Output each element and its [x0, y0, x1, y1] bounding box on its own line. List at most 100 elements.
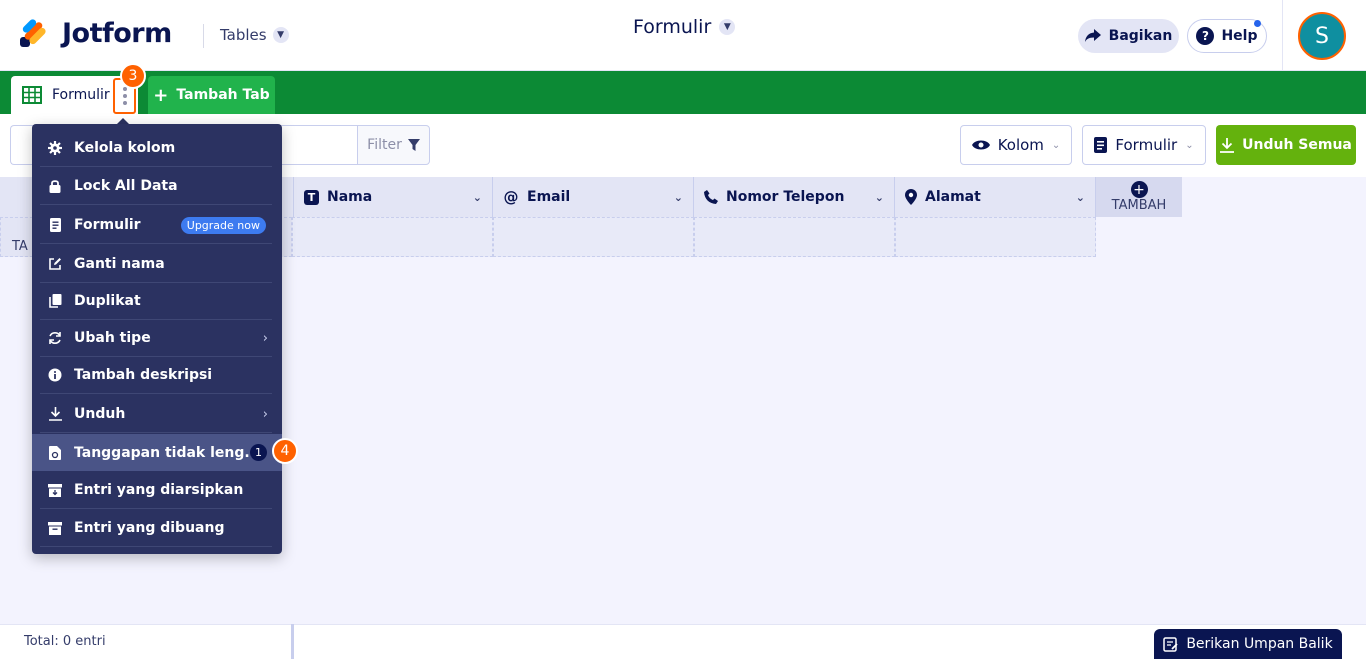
- column-label: Nomor Telepon: [726, 189, 845, 205]
- filter-button[interactable]: Filter: [357, 125, 430, 165]
- chevron-down-icon: ⌄: [1185, 139, 1194, 151]
- share-arrow-icon: [1084, 29, 1101, 42]
- phone-icon: [704, 190, 718, 204]
- archive-icon: [48, 483, 62, 497]
- app-switcher-dropdown[interactable]: Tables ▼: [220, 26, 289, 44]
- menu-item-change-type[interactable]: Ubah tipe ›: [40, 320, 272, 357]
- top-bar: Jotform Tables ▼ Formulir ▼ Bagikan ? He…: [0, 0, 1366, 71]
- header-divider: [203, 24, 204, 48]
- chevron-down-icon[interactable]: ⌄: [674, 191, 683, 204]
- incomplete-doc-icon: [48, 445, 62, 460]
- download-icon: [1220, 137, 1235, 153]
- menu-item-archived-entries[interactable]: Entri yang diarsipkan: [40, 472, 272, 509]
- menu-item-label: Ganti nama: [74, 256, 165, 272]
- empty-cell[interactable]: [694, 217, 895, 257]
- gear-icon: [48, 141, 62, 155]
- feedback-label: Berikan Umpan Balik: [1186, 636, 1333, 652]
- total-entries: Total: 0 entri: [24, 634, 106, 649]
- filter-label: Filter: [367, 137, 402, 153]
- download-all-label: Unduh Semua: [1242, 137, 1352, 153]
- menu-item-label: Duplikat: [74, 293, 141, 309]
- feedback-button[interactable]: Berikan Umpan Balik: [1154, 629, 1342, 659]
- header-separator: [1282, 0, 1283, 70]
- feedback-icon: [1163, 636, 1178, 652]
- menu-item-label: Tanggapan tidak leng...: [74, 444, 261, 461]
- empty-cell[interactable]: [895, 217, 1096, 257]
- brand-name: Jotform: [62, 17, 172, 49]
- share-label: Bagikan: [1108, 28, 1173, 44]
- tab-options-menu: Kelola kolom Lock All Data Formulir Upgr…: [32, 124, 282, 554]
- menu-item-download[interactable]: Unduh ›: [40, 396, 272, 433]
- duplicate-icon: [48, 294, 62, 308]
- menu-item-duplicate[interactable]: Duplikat: [40, 283, 272, 320]
- download-icon: [48, 407, 62, 421]
- menu-item-rename[interactable]: Ganti nama: [40, 246, 272, 283]
- page-title-dropdown[interactable]: Formulir ▼: [633, 16, 736, 38]
- chevron-down-icon: ⌄: [1051, 139, 1061, 151]
- plus-icon: +: [153, 84, 169, 106]
- form-button[interactable]: Formulir ⌄: [1082, 125, 1206, 165]
- upgrade-badge[interactable]: Upgrade now: [180, 216, 266, 234]
- download-all-button[interactable]: Unduh Semua: [1216, 125, 1356, 165]
- menu-item-manage-columns[interactable]: Kelola kolom: [40, 130, 272, 167]
- refresh-icon: [48, 331, 62, 345]
- share-button[interactable]: Bagikan: [1078, 19, 1179, 53]
- column-header-phone[interactable]: Nomor Telepon ⌄: [694, 177, 895, 217]
- step-badge-number: 4: [280, 443, 290, 459]
- location-pin-icon: [905, 189, 917, 205]
- avatar[interactable]: S: [1298, 12, 1346, 60]
- step-badge: 4: [272, 438, 298, 464]
- footer-separator: [291, 624, 294, 659]
- columns-label: Kolom: [997, 136, 1044, 154]
- jotform-logo[interactable]: Jotform: [18, 17, 172, 49]
- chevron-right-icon: ›: [262, 330, 268, 346]
- chevron-down-icon[interactable]: ⌄: [875, 191, 884, 204]
- tab-label: Formulir: [52, 87, 110, 103]
- chevron-down-icon: ▼: [719, 19, 736, 35]
- kebab-dot: [122, 101, 127, 105]
- menu-item-lock-all-data[interactable]: Lock All Data: [40, 168, 272, 205]
- add-row-label[interactable]: TA: [12, 239, 28, 254]
- chevron-down-icon[interactable]: ⌄: [1076, 191, 1085, 204]
- help-button[interactable]: ? Help: [1187, 19, 1267, 53]
- chevron-down-icon: ▼: [272, 27, 289, 43]
- column-header-email[interactable]: @ Email ⌄: [493, 177, 694, 217]
- step-badge: 3: [120, 63, 146, 89]
- avatar-letter: S: [1315, 23, 1329, 49]
- add-tab-button[interactable]: + Tambah Tab: [148, 76, 275, 114]
- kebab-dot: [122, 87, 127, 91]
- column-header-nama[interactable]: T Nama ⌄: [294, 177, 493, 217]
- menu-item-deleted-entries[interactable]: Entri yang dibuang: [40, 510, 272, 547]
- chevron-right-icon: ›: [262, 406, 268, 422]
- page-title: Formulir: [633, 16, 712, 38]
- menu-item-label: Ubah tipe: [74, 330, 151, 346]
- menu-item-label: Kelola kolom: [74, 140, 176, 156]
- empty-cell[interactable]: [292, 217, 493, 257]
- menu-item-form[interactable]: Formulir Upgrade now: [40, 207, 272, 244]
- menu-item-label: Lock All Data: [74, 178, 178, 194]
- add-column-label: TAMBAH: [1111, 198, 1167, 213]
- eye-icon: [971, 140, 990, 150]
- table-grid-icon: [22, 86, 42, 104]
- menu-item-incomplete-responses[interactable]: Tanggapan tidak leng... 1: [32, 434, 282, 471]
- form-icon: [1094, 137, 1108, 153]
- form-icon: [48, 218, 62, 232]
- empty-cell[interactable]: [493, 217, 694, 257]
- column-label: Nama: [327, 189, 373, 205]
- column-label: Email: [527, 189, 571, 205]
- menu-item-add-description[interactable]: Tambah deskripsi: [40, 357, 272, 394]
- notification-dot: [1254, 20, 1261, 27]
- chevron-down-icon[interactable]: ⌄: [473, 191, 482, 204]
- question-icon: ?: [1196, 27, 1215, 45]
- column-label: Alamat: [925, 189, 981, 205]
- app-switcher-label: Tables: [220, 26, 267, 44]
- lock-icon: [48, 179, 62, 193]
- plus-circle-icon: +: [1130, 181, 1148, 198]
- column-header-alamat[interactable]: Alamat ⌄: [895, 177, 1096, 217]
- add-column-button[interactable]: + TAMBAH: [1096, 177, 1182, 217]
- menu-item-label: Unduh: [74, 406, 126, 422]
- add-tab-label: Tambah Tab: [176, 87, 270, 103]
- columns-button[interactable]: Kolom ⌄: [960, 125, 1072, 165]
- step-badge-number: 3: [128, 68, 138, 84]
- menu-item-label: Tambah deskripsi: [74, 367, 213, 383]
